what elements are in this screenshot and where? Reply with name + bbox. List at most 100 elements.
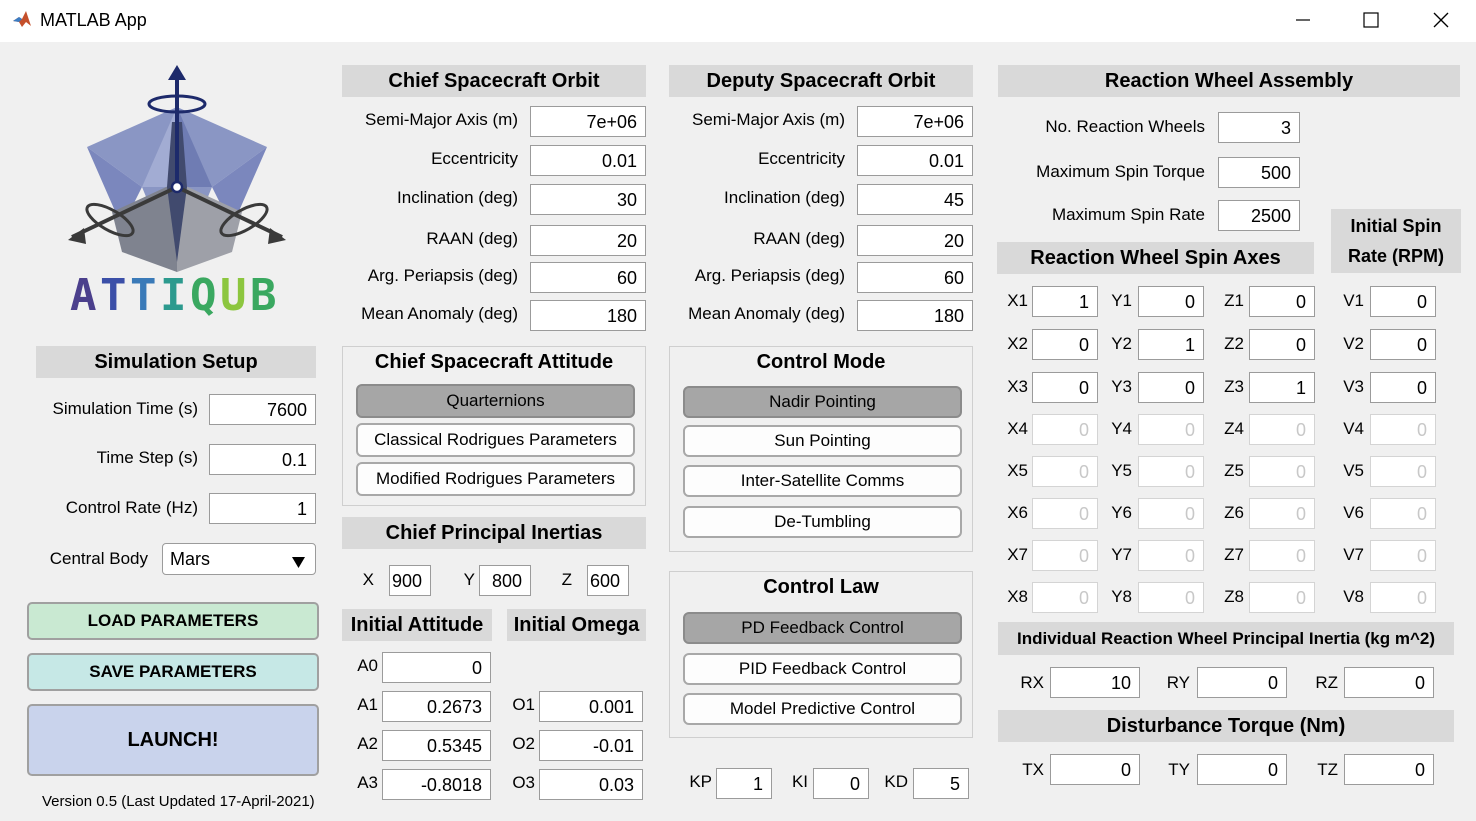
spin-axis-z-field: 0 <box>1249 582 1315 613</box>
chief-orbit-header: Chief Spacecraft Orbit <box>342 65 646 97</box>
spin-axis-x-label: X8 <box>1007 587 1028 606</box>
save-parameters-button[interactable]: SAVE PARAMETERS <box>27 653 319 691</box>
minimize-button[interactable] <box>1280 0 1326 40</box>
initial-attitude-field[interactable]: 0.2673 <box>382 691 491 722</box>
deputy-orbit-field[interactable]: 45 <box>857 184 973 215</box>
initial-spin-rate-field[interactable]: 0 <box>1370 372 1436 403</box>
attitude-header: Chief Spacecraft Attitude <box>374 351 614 373</box>
deputy-orbit-field[interactable]: 60 <box>857 262 973 293</box>
max-spin-torque-field[interactable]: 500 <box>1218 157 1300 188</box>
control-mode-option-button[interactable]: Nadir Pointing <box>683 386 962 418</box>
initial-omega-label: O2 <box>512 734 535 753</box>
spin-axis-y-field[interactable]: 0 <box>1138 286 1204 317</box>
initial-attitude-field[interactable]: 0 <box>382 652 491 683</box>
initial-attitude-label: A2 <box>357 734 378 753</box>
spin-axis-z-field[interactable]: 0 <box>1249 329 1315 360</box>
spin-axis-x-label: X2 <box>1007 334 1028 353</box>
time-step-field[interactable]: 0.1 <box>209 444 316 475</box>
attitude-option-button[interactable]: Classical Rodrigues Parameters <box>356 423 635 457</box>
load-parameters-button[interactable]: LOAD PARAMETERS <box>27 602 319 640</box>
attitude-option-button[interactable]: Quarternions <box>356 384 635 418</box>
initial-spin-rate-label: V4 <box>1343 419 1364 438</box>
svg-text:T: T <box>100 270 127 321</box>
control-mode-option-button[interactable]: Inter-Satellite Comms <box>683 465 962 497</box>
initial-attitude-label: A3 <box>357 773 378 792</box>
svg-text:U: U <box>220 270 247 321</box>
inertia-y-label: Y <box>463 570 475 589</box>
initial-spin-rate-label: V2 <box>1343 334 1364 353</box>
initial-attitude-label: A0 <box>357 656 378 675</box>
chief-orbit-field[interactable]: 30 <box>530 184 646 215</box>
deputy-orbit-field[interactable]: 0.01 <box>857 145 973 176</box>
kp-field[interactable]: 1 <box>716 768 772 799</box>
initial-spin-rate-field[interactable]: 0 <box>1370 329 1436 360</box>
chief-orbit-field[interactable]: 0.01 <box>530 145 646 176</box>
spin-axis-x-field[interactable]: 0 <box>1032 329 1098 360</box>
control-law-option-button[interactable]: PD Feedback Control <box>683 612 962 644</box>
chief-orbit-label: Eccentricity <box>431 149 518 168</box>
deputy-orbit-field[interactable]: 20 <box>857 225 973 256</box>
chief-orbit-field[interactable]: 180 <box>530 300 646 331</box>
launch-button[interactable]: LAUNCH! <box>27 704 319 776</box>
simulation-time-field[interactable]: 7600 <box>209 394 316 425</box>
max-spin-rate-label: Maximum Spin Rate <box>1051 205 1205 224</box>
control-law-option-button[interactable]: PID Feedback Control <box>683 653 962 685</box>
spin-axes-header: Reaction Wheel Spin Axes <box>997 242 1314 274</box>
ry-field[interactable]: 0 <box>1197 667 1287 698</box>
ty-field[interactable]: 0 <box>1197 754 1287 785</box>
spin-axis-y-field[interactable]: 0 <box>1138 372 1204 403</box>
chief-orbit-field[interactable]: 7e+06 <box>530 106 646 137</box>
ki-field[interactable]: 0 <box>813 768 869 799</box>
initial-spin-rate-field[interactable]: 0 <box>1370 286 1436 317</box>
initial-attitude-label: A1 <box>357 695 378 714</box>
max-spin-rate-field[interactable]: 2500 <box>1218 200 1300 231</box>
wheel-count-field[interactable]: 3 <box>1218 112 1300 143</box>
tx-field[interactable]: 0 <box>1050 754 1140 785</box>
initial-attitude-field[interactable]: 0.5345 <box>382 730 491 761</box>
spin-axis-x-field[interactable]: 1 <box>1032 286 1098 317</box>
spin-axis-z-label: Z2 <box>1224 334 1244 353</box>
initial-omega-field[interactable]: 0.03 <box>539 769 643 800</box>
deputy-orbit-field[interactable]: 180 <box>857 300 973 331</box>
spin-axis-y-label: Y7 <box>1111 545 1132 564</box>
spin-axis-z-field[interactable]: 0 <box>1249 286 1315 317</box>
initial-attitude-field[interactable]: -0.8018 <box>382 769 491 800</box>
initial-spin-rate-label: V6 <box>1343 503 1364 522</box>
chief-orbit-field[interactable]: 20 <box>530 225 646 256</box>
initial-spin-rate-label: V7 <box>1343 545 1364 564</box>
initial-omega-field[interactable]: -0.01 <box>539 730 643 761</box>
spin-axis-y-label: Y2 <box>1111 334 1132 353</box>
chief-orbit-field[interactable]: 60 <box>530 262 646 293</box>
spin-axis-y-field[interactable]: 1 <box>1138 329 1204 360</box>
spin-axis-z-label: Z5 <box>1224 461 1244 480</box>
inertia-x-label: X <box>362 570 374 589</box>
chief-orbit-label: Mean Anomaly (deg) <box>361 304 518 323</box>
deputy-orbit-field[interactable]: 7e+06 <box>857 106 973 137</box>
inertia-z-field[interactable]: 600 <box>587 565 629 596</box>
spin-axis-x-label: X6 <box>1007 503 1028 522</box>
control-rate-field[interactable]: 1 <box>209 493 316 524</box>
central-body-dropdown[interactable]: Mars <box>162 543 316 575</box>
close-button[interactable] <box>1418 0 1464 40</box>
spin-axis-x-field: 0 <box>1032 498 1098 529</box>
rx-field[interactable]: 10 <box>1050 667 1140 698</box>
inertia-y-field[interactable]: 800 <box>479 565 531 596</box>
initial-spin-rate-label: V8 <box>1343 587 1364 606</box>
control-law-header: Control Law <box>763 576 879 598</box>
attitude-option-button[interactable]: Modified Rodrigues Parameters <box>356 462 635 496</box>
initial-omega-field[interactable]: 0.001 <box>539 691 643 722</box>
spin-axis-x-label: X4 <box>1007 419 1028 438</box>
spin-axis-z-field[interactable]: 1 <box>1249 372 1315 403</box>
svg-text:Q: Q <box>190 270 217 321</box>
title-bar: MATLAB App <box>0 0 1476 42</box>
control-law-option-button[interactable]: Model Predictive Control <box>683 693 962 725</box>
control-mode-option-button[interactable]: Sun Pointing <box>683 425 962 457</box>
control-mode-option-button[interactable]: De-Tumbling <box>683 506 962 538</box>
maximize-button[interactable] <box>1348 0 1394 40</box>
kd-field[interactable]: 5 <box>913 768 969 799</box>
rz-field[interactable]: 0 <box>1344 667 1434 698</box>
tz-field[interactable]: 0 <box>1344 754 1434 785</box>
wheel-inertia-header: Individual Reaction Wheel Principal Iner… <box>998 622 1454 655</box>
inertia-x-field[interactable]: 900 <box>389 565 431 596</box>
spin-axis-x-field[interactable]: 0 <box>1032 372 1098 403</box>
